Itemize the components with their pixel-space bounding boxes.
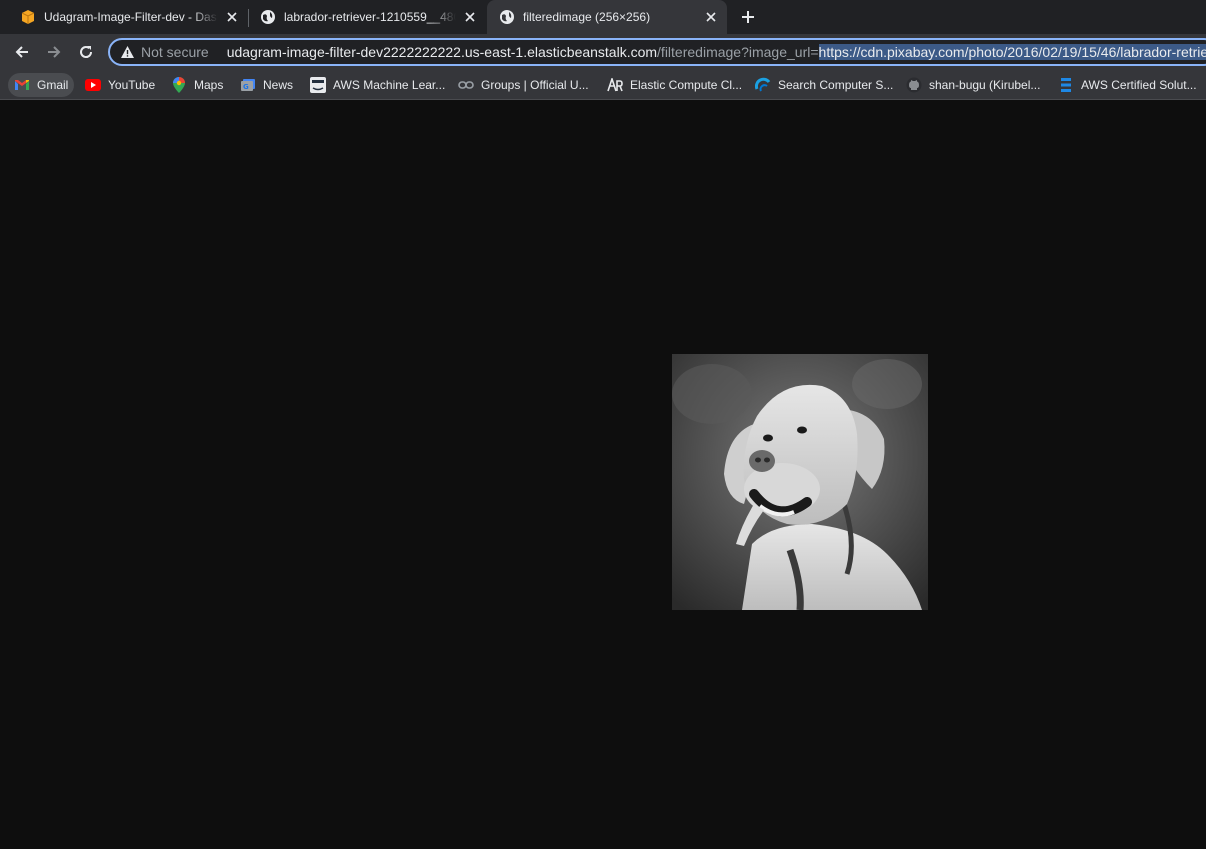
address-bar[interactable]: Not secure udagram-image-filter-dev22222… bbox=[108, 38, 1206, 66]
close-icon[interactable] bbox=[224, 9, 240, 25]
bookmark-label: Maps bbox=[194, 78, 224, 92]
plus-icon bbox=[742, 11, 754, 23]
tab-title: labrador-retriever-1210559__480.jpg bbox=[284, 10, 456, 24]
warning-icon[interactable] bbox=[120, 44, 135, 60]
stack-icon bbox=[1058, 77, 1074, 93]
tab-labrador-image[interactable]: labrador-retriever-1210559__480.jpg bbox=[248, 0, 486, 34]
globe-icon bbox=[260, 9, 276, 25]
tab-title: Udagram-Image-Filter-dev - Dashboard bbox=[44, 10, 218, 24]
tab-strip: Udagram-Image-Filter-dev - Dashboard lab… bbox=[0, 0, 1206, 34]
bookmark-maps[interactable]: Maps bbox=[165, 73, 229, 97]
bookmark-elastic-compute[interactable]: Elastic Compute Cl... bbox=[601, 73, 748, 97]
news-icon: G bbox=[240, 77, 256, 93]
filtered-dog-image bbox=[672, 354, 928, 610]
globe-icon bbox=[499, 9, 515, 25]
bookmark-gmail[interactable]: Gmail bbox=[8, 73, 75, 97]
bookmark-label: News bbox=[263, 78, 294, 92]
url-selected-text: https://cdn.pixabay.com/photo/2016/02/19… bbox=[818, 44, 1206, 60]
tab-udagram-dashboard[interactable]: Udagram-Image-Filter-dev - Dashboard bbox=[8, 0, 248, 34]
bookmark-label: Elastic Compute Cl... bbox=[630, 78, 743, 92]
bookmark-label: AWS Certified Solut... bbox=[1081, 78, 1197, 92]
bookmark-label: shan-bugu (Kirubel... bbox=[929, 78, 1041, 92]
bookmark-aws-machine-learning[interactable]: AWS Machine Lear... bbox=[304, 73, 451, 97]
page-viewport bbox=[0, 101, 1206, 849]
arc-icon bbox=[755, 77, 771, 93]
reload-button[interactable] bbox=[72, 38, 100, 66]
github-icon bbox=[906, 77, 922, 93]
bookmark-github[interactable]: shan-bugu (Kirubel... bbox=[900, 73, 1046, 97]
aws-box-icon bbox=[20, 9, 36, 25]
bookmark-label: YouTube bbox=[108, 78, 156, 92]
new-tab-button[interactable] bbox=[736, 5, 760, 29]
tab-filteredimage[interactable]: filteredimage (256×256) bbox=[487, 0, 727, 34]
close-icon[interactable] bbox=[703, 9, 719, 25]
close-icon[interactable] bbox=[462, 9, 478, 25]
bookmark-label: Gmail bbox=[37, 78, 69, 92]
gmail-icon bbox=[14, 77, 30, 93]
browser-toolbar: Not secure udagram-image-filter-dev22222… bbox=[0, 34, 1206, 70]
security-status[interactable]: Not secure bbox=[141, 44, 209, 60]
arrow-right-icon bbox=[48, 46, 61, 58]
reload-icon bbox=[80, 46, 93, 58]
bookmark-label: Search Computer S... bbox=[778, 78, 894, 92]
tab-title: filteredimage (256×256) bbox=[523, 10, 651, 24]
bookmark-search-computer[interactable]: Search Computer S... bbox=[749, 73, 899, 97]
url-path: /filteredimage?image_url= bbox=[657, 44, 819, 60]
bookmark-aws-certified[interactable]: AWS Certified Solut... bbox=[1052, 73, 1203, 97]
bookmark-news[interactable]: G News bbox=[234, 73, 299, 97]
url-host: udagram-image-filter-dev2222222222.us-ea… bbox=[226, 44, 658, 60]
bookmark-groups[interactable]: Groups | Official U... bbox=[452, 73, 595, 97]
link-icon bbox=[458, 77, 474, 93]
bookmark-label: Groups | Official U... bbox=[481, 78, 589, 92]
svg-text:G: G bbox=[243, 83, 249, 91]
arrow-left-icon bbox=[15, 46, 28, 58]
maps-icon bbox=[171, 77, 187, 93]
forward-button[interactable] bbox=[40, 38, 68, 66]
aws-icon bbox=[310, 77, 326, 93]
youtube-icon bbox=[85, 77, 101, 93]
url-text[interactable]: udagram-image-filter-dev2222222222.us-ea… bbox=[227, 44, 1206, 60]
bookmark-youtube[interactable]: YouTube bbox=[79, 73, 161, 97]
bookmarks-bar: Gmail YouTube Maps G News AWS Machine Le… bbox=[0, 70, 1206, 100]
bookmark-label: AWS Machine Lear... bbox=[333, 78, 446, 92]
ar-icon bbox=[607, 77, 623, 93]
back-button[interactable] bbox=[8, 38, 36, 66]
